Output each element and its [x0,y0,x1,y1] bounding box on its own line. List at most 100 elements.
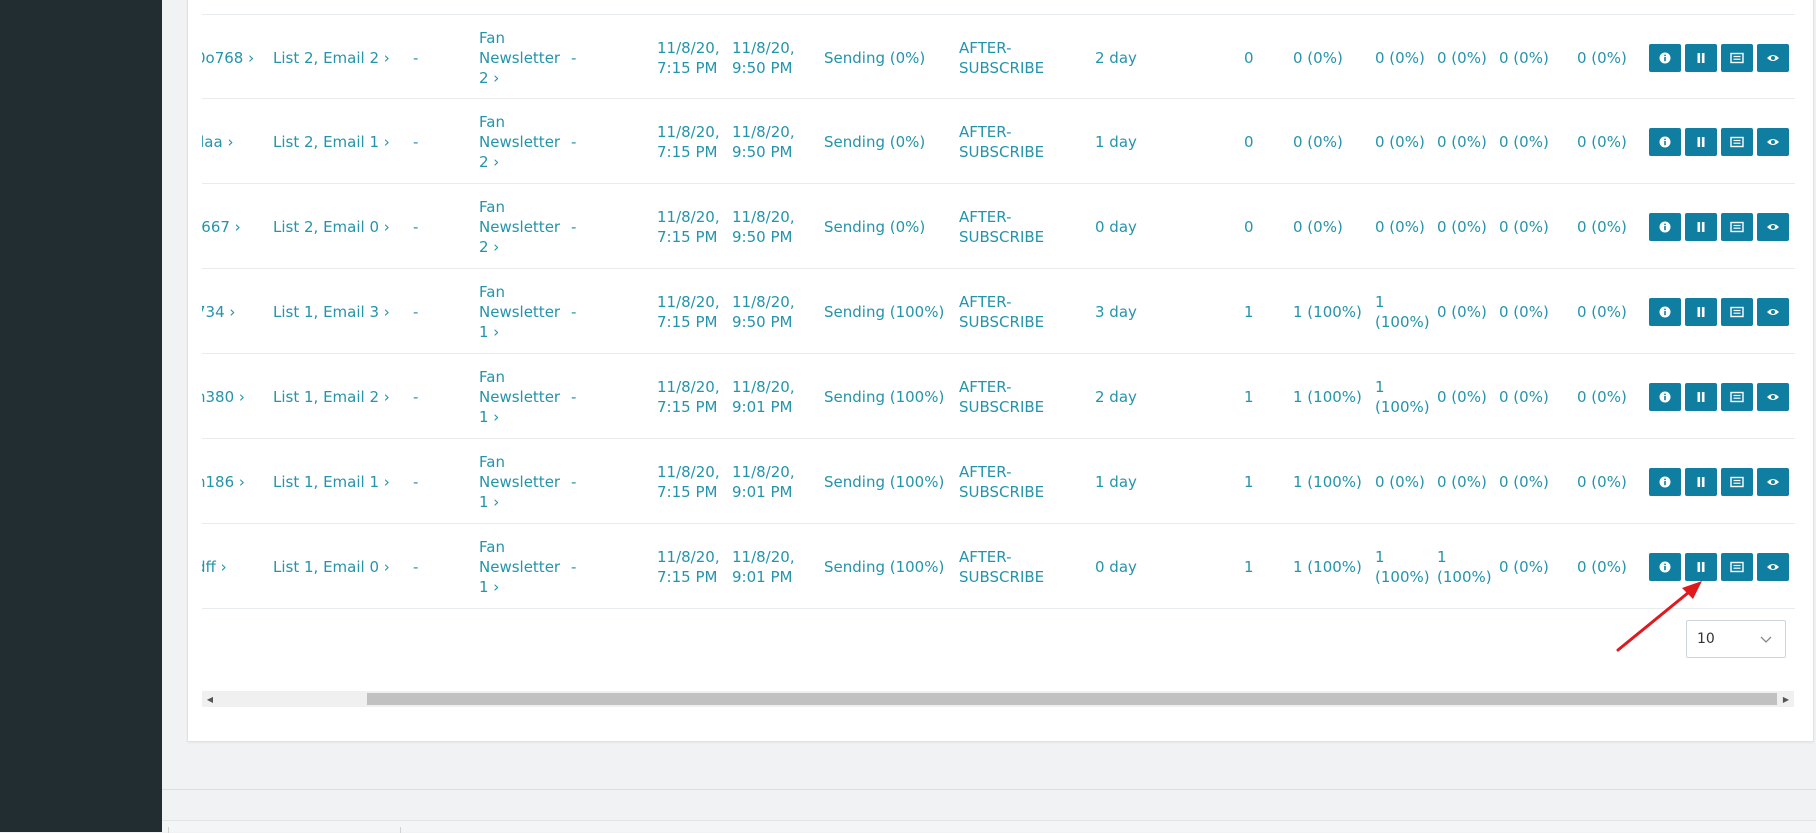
row-id-link[interactable]: f667 › [202,184,256,269]
opened-count: 0 (0%) [1375,217,1425,236]
delivered-count: 1 (100%) [1293,557,1362,576]
content-footer-divider [162,789,1816,790]
tag-value: - [571,302,577,321]
segment-value: - [413,557,419,576]
start-date: 11/8/20, 7:15 PM [657,462,720,501]
opened-count: 0 (0%) [1375,472,1425,491]
sent-count: 0 [1244,48,1254,67]
delivered-count: 0 (0%) [1293,217,1343,236]
report-button[interactable] [1721,43,1753,72]
newsletter-link[interactable]: Fan Newsletter 1 › [479,269,569,354]
newsletter-link[interactable]: Fan Newsletter 1 › [479,439,569,524]
row-id-link[interactable]: dff › [202,524,256,609]
pause-button[interactable] [1685,297,1717,326]
end-date: 11/8/20, 9:50 PM [732,292,795,331]
status-bar-divider [168,827,169,833]
email-name-link[interactable]: List 1, Email 0 › [273,524,393,609]
report-button[interactable] [1721,212,1753,241]
horizontal-scrollbar[interactable]: ◀ ▶ [202,691,1794,707]
trigger-type: AFTER-SUBSCRIBE [959,547,1045,586]
preview-button[interactable] [1757,382,1789,411]
info-button[interactable] [1649,467,1681,496]
pause-icon [1696,476,1706,488]
trigger-type: AFTER-SUBSCRIBE [959,207,1045,246]
email-name-link[interactable]: List 2, Email 0 › [273,184,393,269]
preview-button[interactable] [1757,552,1789,581]
preview-button[interactable] [1757,43,1789,72]
newsletter-link[interactable]: Fan Newsletter 2 › [479,99,569,184]
email-name-link[interactable]: List 2, Email 2 › [273,15,393,100]
row-id-link[interactable]: h186 › [202,439,256,524]
sent-count: 1 [1244,387,1254,406]
scroll-left-icon[interactable]: ◀ [202,691,218,707]
info-button[interactable] [1649,212,1681,241]
preview-button[interactable] [1757,467,1789,496]
bounced-count: 0 (0%) [1499,132,1549,151]
end-date: 11/8/20, 9:50 PM [732,122,795,161]
segment-value: - [413,48,419,67]
report-button[interactable] [1721,552,1753,581]
status-text: Sending (0%) [824,132,926,151]
pause-button[interactable] [1685,43,1717,72]
eye-icon [1766,53,1780,63]
pause-button[interactable] [1685,127,1717,156]
delivered-count: 0 (0%) [1293,48,1343,67]
report-icon [1730,391,1744,403]
newsletter-link[interactable]: Fan Newsletter 2 › [479,15,569,100]
info-icon [1659,306,1671,318]
newsletter-link[interactable]: Fan Newsletter 1 › [479,354,569,439]
segment-value: - [413,302,419,321]
bounced-count: 0 (0%) [1499,302,1549,321]
table-row: n380 ›List 1, Email 2 ›-Fan Newsletter 1… [202,354,1795,439]
row-actions [1649,99,1789,184]
row-actions [1649,269,1789,354]
email-name-link[interactable]: List 1, Email 3 › [273,269,393,354]
report-icon [1730,136,1744,148]
status-bar [162,820,1816,833]
opened-count: 1 (100%) [1375,377,1430,416]
pause-icon [1696,306,1706,318]
info-button[interactable] [1649,43,1681,72]
email-name-link[interactable]: List 2, Email 1 › [273,99,393,184]
table-row: h186 ›List 1, Email 1 ›-Fan Newsletter 1… [202,439,1795,524]
delay-value: 3 day [1095,302,1137,321]
pause-button[interactable] [1685,467,1717,496]
info-icon [1659,136,1671,148]
clicked-count: 0 (0%) [1437,217,1487,236]
report-button[interactable] [1721,382,1753,411]
email-name-link[interactable]: List 1, Email 2 › [273,354,393,439]
preview-button[interactable] [1757,297,1789,326]
pause-button[interactable] [1685,382,1717,411]
status-text: Sending (100%) [824,387,945,406]
pause-icon [1696,561,1706,573]
report-button[interactable] [1721,127,1753,156]
info-icon [1659,52,1671,64]
pause-button[interactable] [1685,212,1717,241]
tag-value: - [571,48,577,67]
report-button[interactable] [1721,467,1753,496]
report-button[interactable] [1721,297,1753,326]
scrollbar-thumb[interactable] [367,693,1777,705]
eye-icon [1766,562,1780,572]
newsletter-link[interactable]: Fan Newsletter 1 › [479,524,569,609]
info-button[interactable] [1649,127,1681,156]
row-id-link[interactable]: 734 › [202,269,256,354]
row-id-link[interactable]: 0o768 › [202,15,256,100]
row-actions [1649,184,1789,269]
info-icon [1659,221,1671,233]
scroll-right-icon[interactable]: ▶ [1778,691,1794,707]
info-button[interactable] [1649,297,1681,326]
preview-button[interactable] [1757,212,1789,241]
opened-count: 1 (100%) [1375,292,1430,331]
bounced-count: 0 (0%) [1499,48,1549,67]
info-button[interactable] [1649,382,1681,411]
email-name-link[interactable]: List 1, Email 1 › [273,439,393,524]
trigger-type: AFTER-SUBSCRIBE [959,377,1045,416]
table-row: 0o768 ›List 2, Email 2 ›-Fan Newsletter … [202,14,1795,99]
row-id-link[interactable]: n380 › [202,354,256,439]
newsletter-link[interactable]: Fan Newsletter 2 › [479,184,569,269]
campaign-table: 0o768 ›List 2, Email 2 ›-Fan Newsletter … [202,0,1795,610]
row-id-link[interactable]: 'laa › [202,99,256,184]
preview-button[interactable] [1757,127,1789,156]
opened-count: 1 (100%) [1375,547,1430,586]
